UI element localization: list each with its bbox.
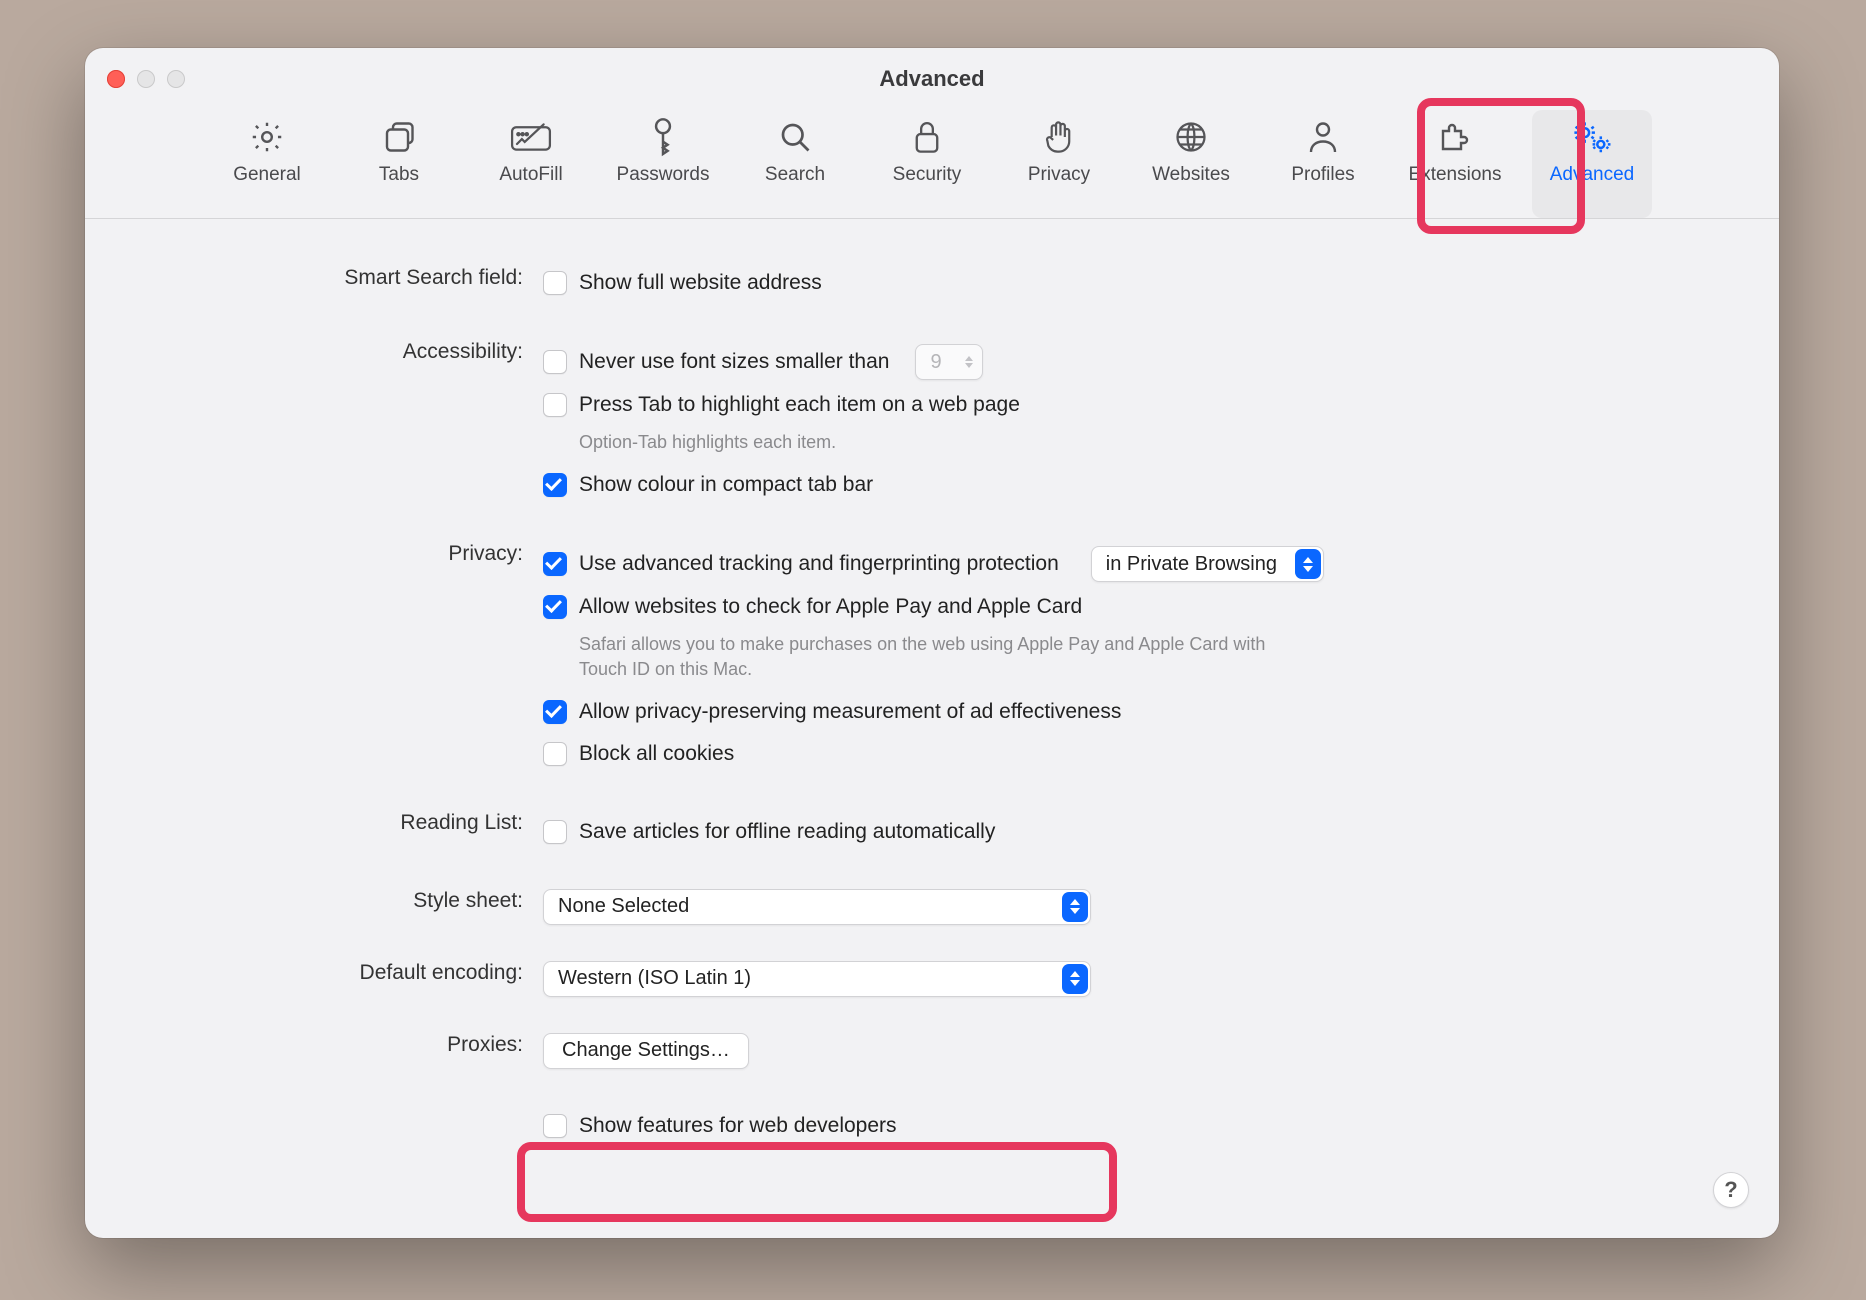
tab-websites[interactable]: Websites [1136, 110, 1246, 218]
section-label-style-sheet: Style sheet: [85, 853, 525, 925]
encoding-select[interactable]: Western (ISO Latin 1) [543, 961, 1091, 997]
style-sheet-select[interactable]: None Selected [543, 889, 1091, 925]
tab-security[interactable]: Security [872, 110, 982, 218]
chevron-updown-icon [1295, 549, 1321, 579]
tab-label: Extensions [1409, 164, 1502, 186]
tab-privacy[interactable]: Privacy [1004, 110, 1114, 218]
select-value: Western (ISO Latin 1) [558, 967, 765, 990]
tab-label: Privacy [1028, 164, 1090, 186]
tab-passwords[interactable]: Passwords [608, 110, 718, 218]
section-label-privacy: Privacy: [85, 506, 525, 775]
checkbox-label: Block all cookies [579, 742, 734, 766]
section-label-encoding: Default encoding: [85, 925, 525, 997]
tab-general[interactable]: General [212, 110, 322, 218]
person-icon [1306, 116, 1340, 158]
tab-advanced[interactable]: Advanced [1532, 110, 1652, 218]
checkbox-label: Never use font sizes smaller than [579, 350, 889, 374]
section-label-smart-search: Smart Search field: [85, 238, 525, 304]
puzzle-icon [1437, 116, 1473, 158]
search-icon [777, 116, 813, 158]
tab-tabs[interactable]: Tabs [344, 110, 454, 218]
section-label-reading-list: Reading List: [85, 775, 525, 853]
section-label-accessibility: Accessibility: [85, 304, 525, 506]
change-proxy-settings-button[interactable]: Change Settings… [543, 1033, 749, 1069]
pencil-box-icon [510, 116, 552, 158]
tab-autofill[interactable]: AutoFill [476, 110, 586, 218]
checkbox-label: Show full website address [579, 271, 822, 295]
tab-label: Passwords [617, 164, 710, 186]
tracking-mode-select[interactable]: in Private Browsing [1091, 546, 1324, 582]
hint-apple-pay: Safari allows you to make purchases on t… [543, 628, 1279, 691]
tabs-icon [381, 116, 417, 158]
checkbox-show-developer-features[interactable] [543, 1114, 567, 1138]
tab-extensions[interactable]: Extensions [1400, 110, 1510, 218]
chevron-updown-icon [1062, 964, 1088, 994]
preferences-window: Advanced General Tabs AutoFill [85, 48, 1779, 1238]
globe-icon [1173, 116, 1209, 158]
tab-label: Tabs [379, 164, 419, 186]
select-value: in Private Browsing [1106, 553, 1291, 576]
tab-label: Websites [1152, 164, 1230, 186]
checkbox-show-full-url[interactable] [543, 271, 567, 295]
checkbox-label: Save articles for offline reading automa… [579, 820, 995, 844]
lock-icon [911, 116, 943, 158]
checkbox-compact-tab-color[interactable] [543, 473, 567, 497]
tab-label: Security [893, 164, 962, 186]
checkbox-save-offline[interactable] [543, 820, 567, 844]
help-button[interactable]: ? [1713, 1172, 1749, 1208]
tab-label: Advanced [1550, 164, 1635, 186]
gear-icon [249, 116, 285, 158]
button-label: Change Settings… [562, 1039, 730, 1062]
chevron-updown-icon [1062, 892, 1088, 922]
checkbox-label: Show features for web developers [579, 1114, 897, 1138]
checkbox-apple-pay[interactable] [543, 595, 567, 619]
tab-label: Profiles [1291, 164, 1354, 186]
window-title: Advanced [85, 66, 1779, 92]
checkbox-ad-measurement[interactable] [543, 700, 567, 724]
select-value: None Selected [558, 895, 703, 918]
tab-label: Search [765, 164, 825, 186]
advanced-pane: Smart Search field: Show full website ad… [85, 238, 1779, 1238]
chevron-updown-icon [958, 348, 980, 376]
gears-icon [1570, 116, 1614, 158]
checkbox-press-tab[interactable] [543, 393, 567, 417]
checkbox-tracking-protection[interactable] [543, 552, 567, 576]
select-value: 9 [930, 351, 955, 374]
checkbox-block-cookies[interactable] [543, 742, 567, 766]
section-label-proxies: Proxies: [85, 997, 525, 1069]
tab-search[interactable]: Search [740, 110, 850, 218]
checkbox-label: Allow websites to check for Apple Pay an… [579, 595, 1082, 619]
hint-option-tab: Option-Tab highlights each item. [543, 426, 1279, 464]
help-label: ? [1724, 1177, 1737, 1203]
hand-icon [1042, 116, 1076, 158]
tab-label: AutoFill [499, 164, 562, 186]
section-label-developer-empty [85, 1069, 525, 1187]
checkbox-label: Use advanced tracking and fingerprinting… [579, 552, 1059, 576]
tab-profiles[interactable]: Profiles [1268, 110, 1378, 218]
min-font-size-select[interactable]: 9 [915, 344, 982, 380]
preferences-toolbar: General Tabs AutoFill Passwords [85, 110, 1779, 219]
tab-label: General [233, 164, 301, 186]
checkbox-label: Show colour in compact tab bar [579, 473, 873, 497]
checkbox-min-font-size[interactable] [543, 350, 567, 374]
checkbox-label: Press Tab to highlight each item on a we… [579, 393, 1020, 417]
checkbox-label: Allow privacy-preserving measurement of … [579, 700, 1121, 724]
key-icon [648, 116, 678, 158]
